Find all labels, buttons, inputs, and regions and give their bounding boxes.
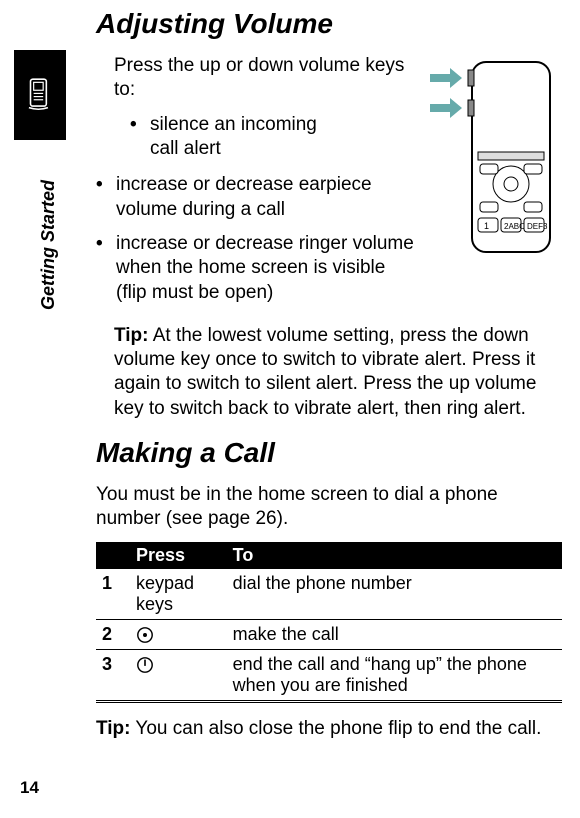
press-cell bbox=[130, 619, 227, 649]
left-margin-column: Getting Started 14 bbox=[0, 0, 70, 818]
svg-text:2ABC: 2ABC bbox=[504, 222, 525, 231]
to-cell: end the call and “hang up” the phone whe… bbox=[227, 649, 562, 701]
end-key-icon bbox=[136, 656, 154, 674]
page-number: 14 bbox=[20, 778, 39, 798]
col-press: Press bbox=[130, 542, 227, 569]
bullet-ringer: increase or decrease ringer volume when … bbox=[96, 232, 562, 305]
press-cell: keypad keys bbox=[130, 569, 227, 620]
step-number: 2 bbox=[96, 619, 130, 649]
action-table: Press To 1 keypad keys dial the phone nu… bbox=[96, 542, 562, 703]
col-to: To bbox=[227, 542, 562, 569]
heading-adjusting-volume: Adjusting Volume bbox=[96, 8, 562, 40]
table-row: 3 end the call and “hang up” the phone w… bbox=[96, 649, 562, 701]
flip-phone-illustration: 1 2ABC DEF3 bbox=[422, 56, 562, 261]
step-number: 3 bbox=[96, 649, 130, 701]
table-row: 1 keypad keys dial the phone number bbox=[96, 569, 562, 620]
phone-side-icon bbox=[24, 76, 56, 114]
table-header-row: Press To bbox=[96, 542, 562, 569]
press-cell bbox=[130, 649, 227, 701]
bullet-silence: silence an incoming call alert bbox=[130, 113, 350, 162]
page-content: Adjusting Volume bbox=[96, 8, 562, 751]
send-key-icon bbox=[136, 626, 154, 644]
svg-text:DEF3: DEF3 bbox=[527, 222, 548, 231]
section-tab bbox=[14, 50, 66, 140]
to-cell: make the call bbox=[227, 619, 562, 649]
bullet-earpiece: increase or decrease earpiece volume dur… bbox=[96, 173, 386, 222]
step-number: 1 bbox=[96, 569, 130, 620]
makecall-tip: Tip: You can also close the phone flip t… bbox=[96, 717, 562, 741]
heading-making-a-call: Making a Call bbox=[96, 437, 562, 469]
svg-text:1: 1 bbox=[484, 221, 489, 231]
side-label: Getting Started bbox=[38, 180, 59, 310]
to-cell: dial the phone number bbox=[227, 569, 562, 620]
makecall-lead: You must be in the home screen to dial a… bbox=[96, 483, 562, 532]
adjvol-tip: Tip: At the lowest volume setting, press… bbox=[114, 324, 562, 421]
table-row: 2 make the call bbox=[96, 619, 562, 649]
